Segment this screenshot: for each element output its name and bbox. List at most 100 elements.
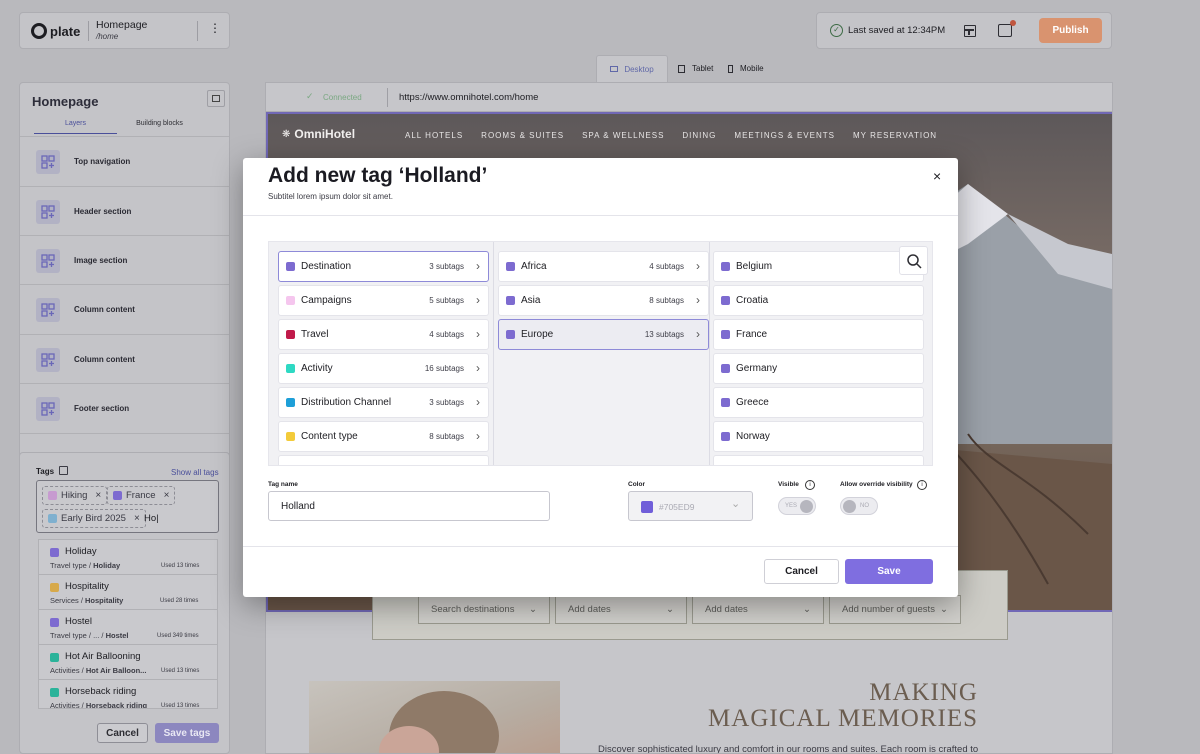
tag-color-swatch — [50, 618, 59, 627]
tags-input-box[interactable]: Hiking × France × Early Bird 2025 × Ho| — [36, 480, 219, 533]
suggestion-hospitality[interactable]: Hospitality Services / Hospitality Used … — [39, 575, 217, 610]
device-tab-desktop[interactable]: Desktop — [596, 55, 668, 82]
tag-color-swatch — [286, 262, 295, 271]
layer-footer-section[interactable]: Footer section — [20, 383, 229, 433]
override-visibility-toggle[interactable]: NO — [840, 497, 878, 515]
region-asia[interactable]: Asia 8 subtags › — [498, 285, 709, 316]
category-campaigns[interactable]: Campaigns 5 subtags › — [278, 285, 489, 316]
tag-chip-france: France × — [107, 486, 176, 505]
chevron-down-icon: ⌄ — [803, 604, 811, 615]
info-icon[interactable]: i — [805, 480, 815, 490]
tag-color-swatch — [286, 296, 295, 305]
suggestion-hostel[interactable]: Hostel Travel type / ... / Hostel Used 3… — [39, 610, 217, 645]
collapse-sidebar-icon[interactable] — [207, 90, 225, 107]
category-content-type[interactable]: Content type 8 subtags › — [278, 421, 489, 452]
category-distribution-channel[interactable]: Distribution Channel 3 subtags › — [278, 387, 489, 418]
remove-chip-icon[interactable]: × — [134, 513, 140, 524]
color-select[interactable]: #705ED9 ⌄ — [628, 491, 753, 521]
header-left-card: plate Homepage /home ⋮ — [19, 12, 230, 49]
modal-cancel-button[interactable]: Cancel — [764, 559, 839, 584]
modal-save-button[interactable]: Save — [845, 559, 933, 584]
tag-color-swatch — [721, 262, 730, 271]
country-norway[interactable]: Norway — [713, 421, 924, 452]
plate-logo-icon — [31, 23, 47, 39]
notifications-icon[interactable] — [998, 20, 1016, 37]
tag-color-swatch — [50, 548, 59, 557]
layer-top-navigation[interactable]: Top navigation — [20, 136, 229, 186]
tag-color-swatch — [506, 262, 515, 271]
country-germany[interactable]: Germany — [713, 353, 924, 384]
show-all-tags-link[interactable]: Show all tags — [171, 468, 219, 477]
tag-suggestions-dropdown: Holiday Travel type / Holiday Used 13 ti… — [38, 539, 218, 709]
country-greece[interactable]: Greece — [713, 387, 924, 418]
desktop-icon — [610, 66, 619, 72]
layer-column-content[interactable]: Column content — [20, 284, 229, 334]
tab-building-blocks[interactable]: Building blocks — [118, 120, 201, 127]
nav-all-hotels[interactable]: ALL HOTELS — [405, 131, 463, 140]
nav-my-reservation[interactable]: MY RESERVATION — [853, 131, 937, 140]
remove-chip-icon[interactable]: × — [164, 490, 170, 501]
chevron-down-icon: ⌄ — [940, 604, 948, 615]
tag-color-swatch — [721, 398, 730, 407]
publish-button[interactable]: Publish — [1039, 18, 1102, 43]
category-destination[interactable]: Destination 3 subtags › — [278, 251, 489, 282]
suggestion-hot-air-ballooning[interactable]: Hot Air Ballooning Activities / Hot Air … — [39, 645, 217, 680]
more-options-icon[interactable]: ⋮ — [209, 22, 221, 34]
grid-block-icon — [36, 199, 60, 224]
external-link-icon[interactable] — [59, 466, 68, 475]
search-icon[interactable] — [899, 246, 928, 275]
chevron-right-icon: › — [476, 327, 480, 341]
grid-block-icon — [36, 149, 60, 174]
tablet-icon — [678, 64, 685, 73]
country-croatia[interactable]: Croatia — [713, 285, 924, 316]
layer-header-section[interactable]: Header section — [20, 186, 229, 236]
country-belgium[interactable]: Belgium — [713, 251, 924, 282]
chevron-right-icon: › — [476, 429, 480, 443]
layer-column-content[interactable]: Column content — [20, 334, 229, 384]
visible-toggle[interactable]: YES — [778, 497, 816, 515]
mobile-icon — [728, 64, 733, 73]
tag-color-swatch — [721, 296, 730, 305]
page-url: https://www.omnihotel.com/home — [399, 92, 539, 103]
tag-search-input[interactable]: Ho| — [144, 513, 159, 524]
tag-name-input[interactable]: Holland — [268, 491, 550, 521]
omnihotel-logo-icon: ❋ — [282, 128, 291, 140]
region-europe[interactable]: Europe 13 subtags › — [498, 319, 709, 350]
nav-dining[interactable]: DINING — [682, 131, 716, 140]
save-tags-button[interactable]: Save tags — [155, 723, 219, 743]
remove-chip-icon[interactable]: × — [95, 490, 101, 501]
add-dates-field[interactable]: Add dates ⌄ — [555, 595, 687, 624]
add-tag-modal: Add new tag ‘Holland’ Subtitel lorem ips… — [243, 158, 958, 597]
layer-label: Footer section — [74, 404, 130, 413]
nav-meetings-events[interactable]: MEETINGS & EVENTS — [734, 131, 835, 140]
chevron-right-icon: › — [476, 361, 480, 375]
hotel-logo[interactable]: ❋ OmniHotel — [282, 127, 355, 141]
tags-cancel-button[interactable]: Cancel — [97, 723, 148, 743]
nav-rooms-suites[interactable]: ROOMS & SUITES — [481, 131, 564, 140]
layer-image-section[interactable]: Image section — [20, 235, 229, 285]
tab-layers[interactable]: Layers — [34, 120, 117, 134]
close-icon[interactable]: × — [933, 168, 941, 184]
sidebar-title: Homepage — [32, 94, 99, 109]
headline-line-1: MAKING — [869, 679, 978, 706]
category-activity[interactable]: Activity 16 subtags › — [278, 353, 489, 384]
check-circle-icon: ✓ — [830, 24, 843, 37]
add-dates-field[interactable]: Add dates ⌄ — [692, 595, 824, 624]
device-tab-tablet[interactable]: Tablet — [678, 64, 713, 73]
suggestion-horseback-riding[interactable]: Horseback riding Activities / Horseback … — [39, 680, 217, 708]
country-france[interactable]: France — [713, 319, 924, 350]
nav-spa-wellness[interactable]: SPA & WELLNESS — [582, 131, 664, 140]
brand-name: plate — [50, 23, 81, 39]
device-tab-mobile[interactable]: Mobile — [728, 64, 764, 73]
add-guests-field[interactable]: Add number of guests ⌄ — [829, 595, 961, 624]
layer-label: Top navigation — [74, 157, 131, 166]
layer-label: Column content — [74, 305, 135, 314]
category-partial-row — [278, 455, 489, 465]
category-travel[interactable]: Travel 4 subtags › — [278, 319, 489, 350]
suggestion-holiday[interactable]: Holiday Travel type / Holiday Used 13 ti… — [39, 540, 217, 575]
info-icon[interactable]: i — [917, 480, 927, 490]
headline-line-2: MAGICAL MEMORIES — [708, 705, 978, 732]
region-africa[interactable]: Africa 4 subtags › — [498, 251, 709, 282]
search-destinations-field[interactable]: Search destinations ⌄ — [418, 595, 550, 624]
layout-icon[interactable] — [964, 25, 976, 37]
